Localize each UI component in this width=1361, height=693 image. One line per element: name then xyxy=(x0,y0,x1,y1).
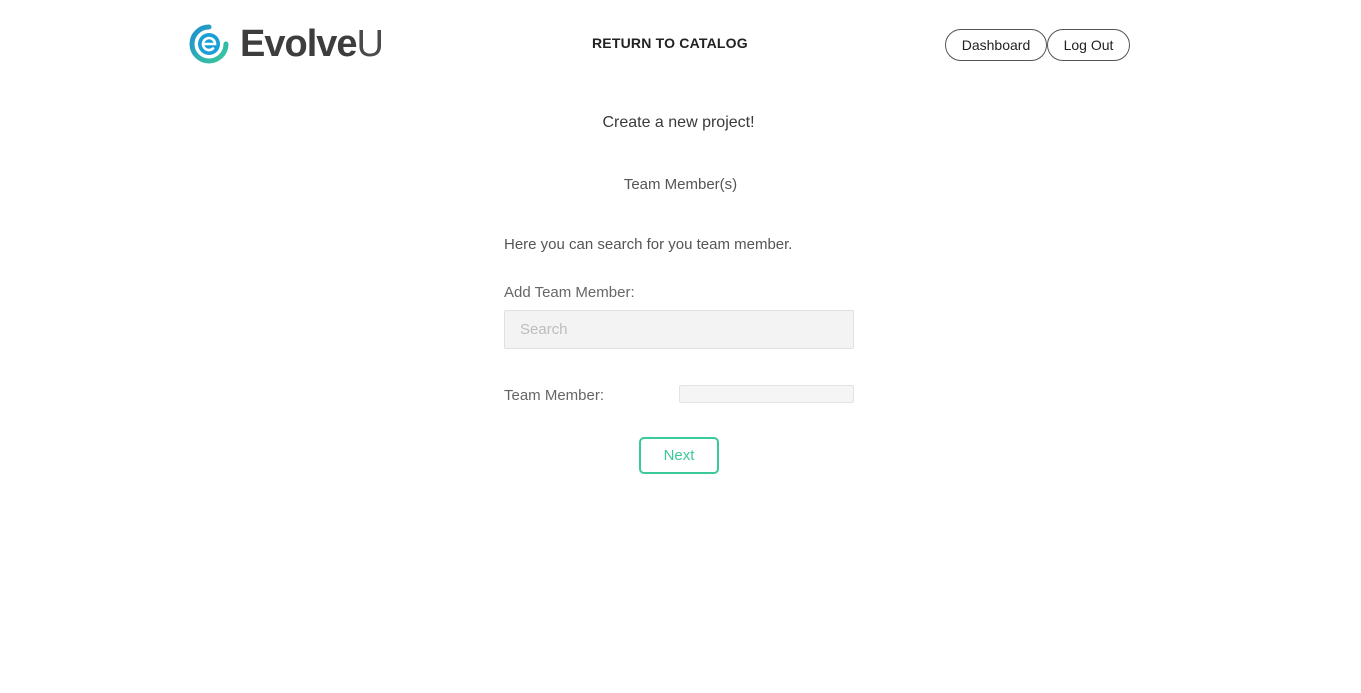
return-to-catalog-link[interactable]: RETURN TO CATALOG xyxy=(592,35,748,51)
page-title: Create a new project! xyxy=(0,114,1361,132)
team-member-value xyxy=(679,385,854,403)
logo-wordmark: EvolveU xyxy=(240,23,384,65)
evolveu-logo[interactable]: EvolveU xyxy=(188,23,384,65)
add-team-member-label: Add Team Member: xyxy=(504,284,635,301)
section-subtitle: Team Member(s) xyxy=(623,176,738,193)
team-member-label: Team Member: xyxy=(504,387,605,404)
dashboard-button[interactable]: Dashboard xyxy=(945,29,1047,61)
logo-wordmark-main: Evolve xyxy=(240,23,358,65)
page-title-text: Create a new project! xyxy=(602,114,755,131)
logo-wordmark-accent: U xyxy=(356,23,384,65)
next-button[interactable]: Next xyxy=(639,437,719,474)
team-member-row: Team Member: xyxy=(504,385,854,409)
top-header: EvolveU RETURN TO CATALOG Dashboard Log … xyxy=(0,0,1361,88)
form-description: Here you can search for you team member. xyxy=(504,236,793,253)
logout-button[interactable]: Log Out xyxy=(1047,29,1130,61)
search-input[interactable] xyxy=(504,310,854,349)
nav-buttons: Dashboard Log Out xyxy=(945,29,1130,61)
team-member-form: Here you can search for you team member.… xyxy=(504,236,854,409)
evolveu-logo-icon xyxy=(188,24,230,64)
